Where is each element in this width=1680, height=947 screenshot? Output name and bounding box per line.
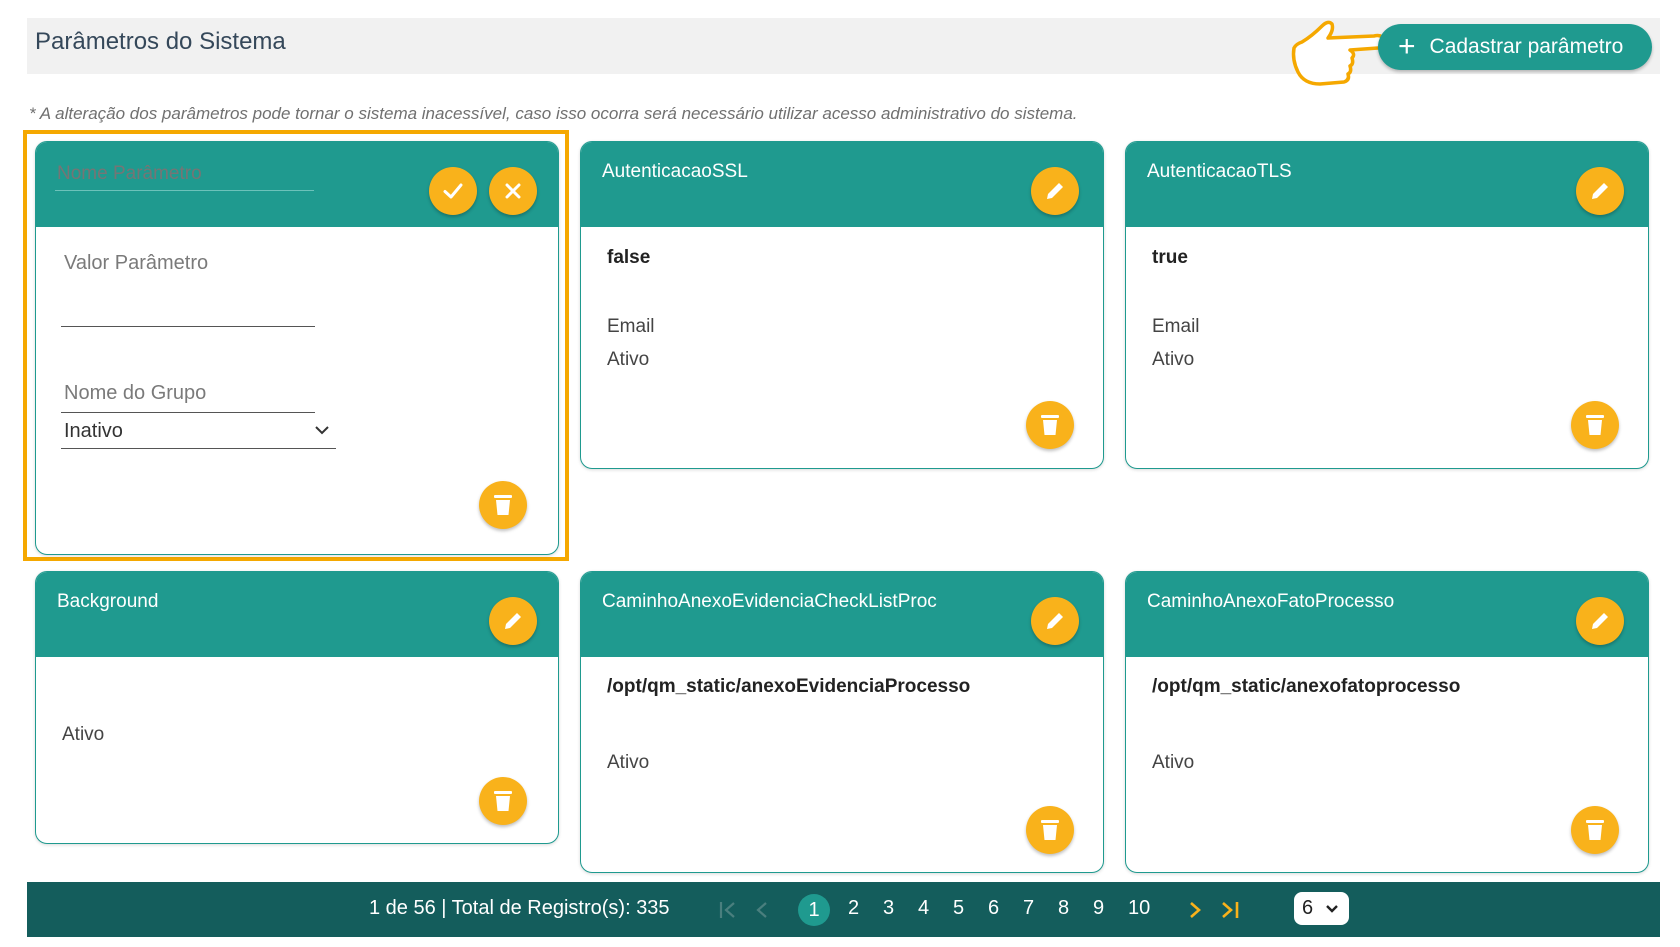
parameter-name: AutenticacaoSSL (602, 161, 748, 182)
pencil-icon (505, 613, 521, 629)
parameter-name: CaminhoAnexoEvidenciaCheckListProc (602, 591, 937, 612)
add-parameter-button[interactable]: + Cadastrar parâmetro (1378, 24, 1652, 70)
page-7-button[interactable]: 7 (1023, 897, 1034, 920)
parameter-name-input[interactable] (55, 158, 314, 191)
parameter-name: Background (57, 591, 159, 612)
confirm-button[interactable] (429, 167, 477, 215)
parameter-card: AutenticacaoTLS true Email Ativo (1125, 141, 1649, 469)
parameter-card: Background Ativo (35, 571, 559, 844)
parameter-value: false (607, 247, 651, 268)
trash-icon (494, 791, 512, 811)
delete-button[interactable] (479, 481, 527, 529)
delete-button[interactable] (1571, 806, 1619, 854)
chevron-down-icon (1326, 905, 1338, 913)
group-input[interactable] (61, 382, 315, 413)
pagination-bar: 1 de 56 | Total de Registro(s): 335 1 2 … (27, 882, 1660, 937)
per-page-select[interactable]: 6 (1294, 892, 1349, 925)
edit-button[interactable] (1576, 597, 1624, 645)
warning-text: * A alteração dos parâmetros pode tornar… (29, 104, 1078, 123)
parameter-value: /opt/qm_static/anexofatoprocesso (1152, 676, 1461, 697)
parameter-card: AutenticacaoSSL false Email Ativo (580, 141, 1104, 469)
pencil-icon (1047, 613, 1063, 629)
parameter-status: Ativo (607, 349, 650, 370)
page-8-button[interactable]: 8 (1058, 897, 1069, 920)
per-page-value: 6 (1302, 897, 1314, 919)
edit-button[interactable] (1031, 167, 1079, 215)
parameter-name: CaminhoAnexoFatoProcesso (1147, 591, 1395, 612)
trash-icon (1586, 820, 1604, 840)
parameter-status: Ativo (1152, 349, 1195, 370)
status-selected-value: Inativo (64, 420, 123, 442)
delete-button[interactable] (479, 777, 527, 825)
chevron-down-icon (315, 426, 329, 435)
plus-icon: + (1398, 30, 1416, 63)
delete-button[interactable] (1026, 401, 1074, 449)
new-parameter-card: Valor Parâmetro Nome do Grupo Inativo (35, 141, 559, 555)
parameter-group: Email (607, 316, 655, 337)
trash-icon (1041, 820, 1059, 840)
page-title: Parâmetros do Sistema (35, 28, 286, 55)
card-header: CaminhoAnexoFatoProcesso (1126, 572, 1648, 657)
first-page-icon[interactable] (717, 899, 739, 921)
parameter-value: /opt/qm_static/anexoEvidenciaProcesso (607, 676, 971, 697)
delete-button[interactable] (1026, 806, 1074, 854)
trash-icon (494, 495, 512, 515)
parameter-status: Ativo (62, 724, 105, 745)
edit-button[interactable] (1031, 597, 1079, 645)
add-parameter-label: Cadastrar parâmetro (1429, 35, 1624, 58)
card-header: Background (36, 572, 558, 657)
page-10-button[interactable]: 10 (1128, 897, 1150, 920)
edit-button[interactable] (1576, 167, 1624, 215)
parameter-card: CaminhoAnexoFatoProcesso /opt/qm_static/… (1125, 571, 1649, 873)
page-5-button[interactable]: 5 (953, 897, 964, 920)
pagination-info: 1 de 56 | Total de Registro(s): 335 (369, 897, 670, 919)
trash-icon (1041, 415, 1059, 435)
cancel-button[interactable] (489, 167, 537, 215)
pencil-icon (1592, 613, 1608, 629)
check-icon (443, 183, 463, 199)
next-page-icon[interactable] (1184, 899, 1206, 921)
prev-page-icon[interactable] (751, 899, 773, 921)
page-2-button[interactable]: 2 (848, 897, 859, 920)
parameter-name: AutenticacaoTLS (1147, 161, 1292, 182)
parameter-value: true (1152, 247, 1188, 268)
status-select[interactable]: Inativo (61, 412, 336, 449)
page-3-button[interactable]: 3 (883, 897, 894, 920)
value-field-placeholder: Valor Parâmetro (64, 252, 209, 274)
card-header: AutenticacaoSSL (581, 142, 1103, 227)
page-9-button[interactable]: 9 (1093, 897, 1104, 920)
page-1-button[interactable]: 1 (798, 894, 830, 926)
parameter-group: Email (1152, 316, 1200, 337)
card-header: CaminhoAnexoEvidenciaCheckListProc (581, 572, 1103, 657)
last-page-icon[interactable] (1218, 899, 1242, 921)
trash-icon (1586, 415, 1604, 435)
parameter-status: Ativo (607, 752, 650, 773)
page-6-button[interactable]: 6 (988, 897, 999, 920)
parameter-status: Ativo (1152, 752, 1195, 773)
close-icon (505, 183, 521, 199)
card-header (36, 142, 558, 227)
pencil-icon (1047, 183, 1063, 199)
delete-button[interactable] (1571, 401, 1619, 449)
parameter-card: CaminhoAnexoEvidenciaCheckListProc /opt/… (580, 571, 1104, 873)
pointing-hand-icon (1291, 20, 1387, 86)
card-header: AutenticacaoTLS (1126, 142, 1648, 227)
edit-button[interactable] (489, 597, 537, 645)
page-4-button[interactable]: 4 (918, 897, 929, 920)
pencil-icon (1592, 183, 1608, 199)
value-input[interactable] (61, 282, 315, 327)
